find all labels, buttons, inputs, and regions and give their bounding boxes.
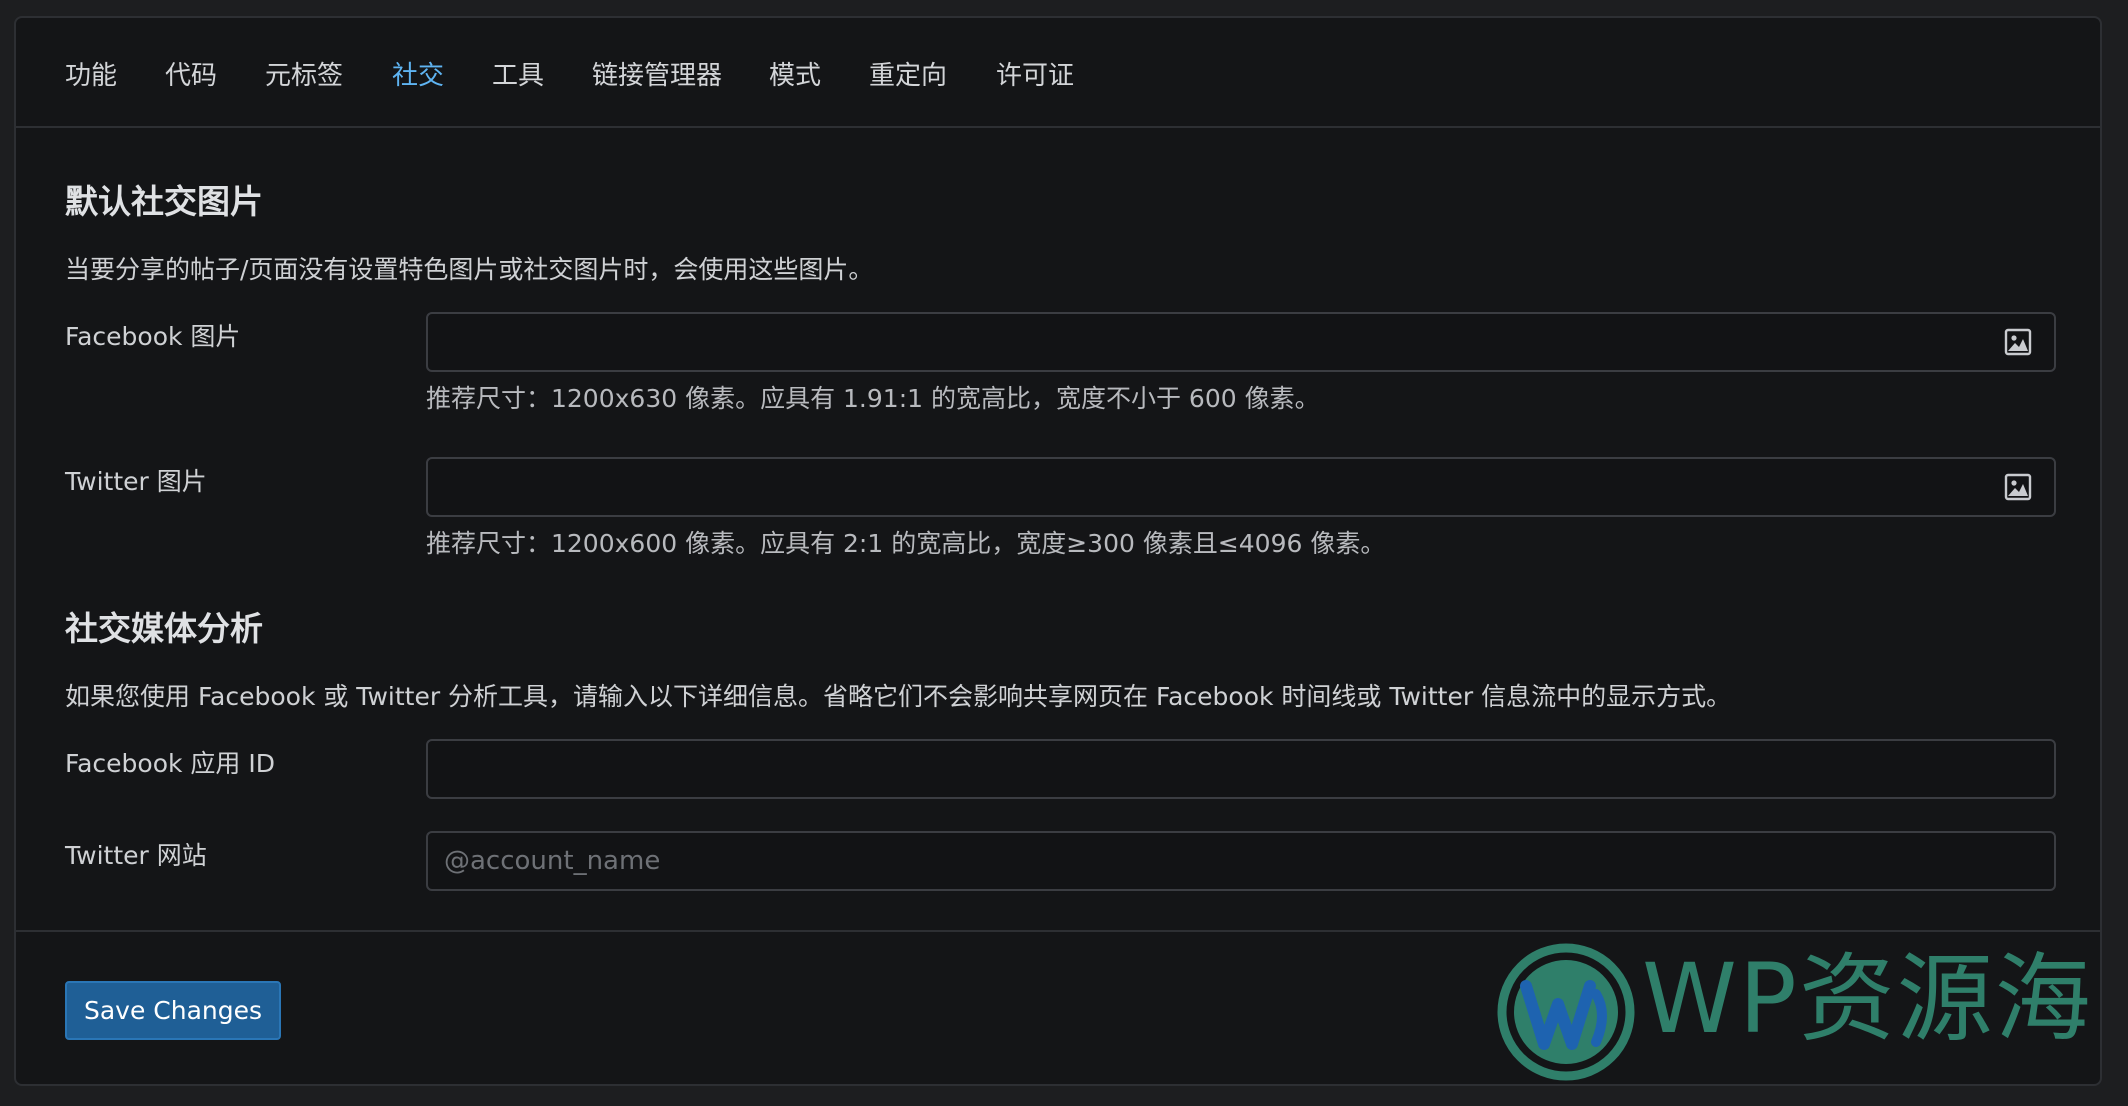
section-title-default-images: 默认社交图片	[65, 182, 263, 221]
watermark: WP资源海	[1484, 926, 2104, 1081]
tab-social[interactable]: 社交	[392, 58, 444, 94]
section-title-analytics: 社交媒体分析	[65, 609, 263, 648]
wordpress-logo	[1497, 943, 1635, 1081]
facebook-app-id-input[interactable]	[426, 739, 2056, 799]
tab-schema[interactable]: 模式	[769, 58, 821, 94]
tab-link-manager[interactable]: 链接管理器	[592, 58, 722, 94]
tab-meta-tags[interactable]: 元标签	[265, 58, 343, 94]
watermark-text: WP资源海	[1642, 943, 2093, 1055]
twitter-site-label: Twitter 网站	[65, 841, 207, 870]
image-icon[interactable]	[2004, 473, 2032, 501]
tab-features[interactable]: 功能	[65, 58, 117, 94]
facebook-image-label: Facebook 图片	[65, 322, 241, 351]
facebook-image-help: 推荐尺寸：1200x630 像素。应具有 1.91:1 的宽高比，宽度不小于 6…	[426, 384, 1320, 413]
facebook-image-input[interactable]	[426, 312, 2056, 372]
twitter-image-label: Twitter 图片	[65, 467, 207, 496]
image-icon[interactable]	[2004, 328, 2032, 356]
section-description-default-images: 当要分享的帖子/页面没有设置特色图片或社交图片时，会使用这些图片。	[65, 255, 874, 284]
section-description-analytics: 如果您使用 Facebook 或 Twitter 分析工具，请输入以下详细信息。…	[65, 682, 1732, 711]
tab-bar: 功能 代码 元标签 社交 工具 链接管理器 模式 重定向 许可证	[16, 18, 2100, 128]
tab-code[interactable]: 代码	[165, 58, 217, 94]
twitter-site-input[interactable]	[426, 831, 2056, 891]
twitter-image-input[interactable]	[426, 457, 2056, 517]
tab-license[interactable]: 许可证	[996, 58, 1074, 94]
save-changes-button[interactable]: Save Changes	[65, 981, 281, 1040]
facebook-app-id-label: Facebook 应用 ID	[65, 749, 275, 778]
tab-redirects[interactable]: 重定向	[869, 58, 947, 94]
tab-tools[interactable]: 工具	[492, 58, 544, 94]
twitter-image-help: 推荐尺寸：1200x600 像素。应具有 2:1 的宽高比，宽度≥300 像素且…	[426, 529, 1386, 558]
